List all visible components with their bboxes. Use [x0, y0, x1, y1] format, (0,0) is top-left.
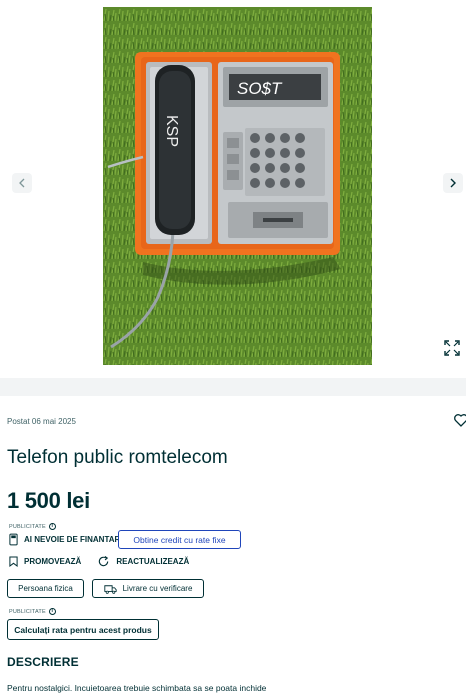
calculator-icon: [9, 533, 18, 545]
ad-label-2: PUBLICITATE i: [9, 608, 56, 615]
handset-graffiti: KSP: [163, 115, 180, 147]
bookmark-icon: [9, 556, 18, 567]
chevron-left-icon: [19, 178, 25, 188]
seller-type-badge[interactable]: Persoana fizica: [7, 579, 84, 598]
rate-calculator-button[interactable]: Calculați rata pentru acest produs: [7, 619, 159, 640]
fullscreen-button[interactable]: [443, 339, 461, 357]
promote-label: PROMOVEAZĂ: [24, 556, 82, 566]
ad-label: PUBLICITATE i: [9, 523, 56, 530]
delivery-button[interactable]: Livrare cu verificare: [92, 579, 204, 598]
payphone-photo: KSP SO$T: [103, 7, 372, 365]
info-icon[interactable]: i: [48, 523, 56, 530]
section-divider: [0, 378, 466, 396]
promo-row: PROMOVEAZĂ REACTUALIZEAZĂ: [9, 554, 205, 568]
financing-row: AI NEVOIE DE FINANTARE?: [9, 530, 131, 548]
truck-icon: [103, 584, 117, 594]
credit-button[interactable]: Obtine credit cu rate fixe: [118, 530, 241, 549]
heart-icon: [454, 414, 466, 427]
ad-label-2-text: PUBLICITATE: [9, 608, 46, 615]
display-graffiti: SO$T: [237, 79, 283, 98]
ad-label-text: PUBLICITATE: [9, 523, 46, 530]
posted-date: Postat 06 mai 2025: [7, 417, 76, 426]
refresh-label: REACTUALIZEAZĂ: [116, 556, 190, 566]
description-text: Pentru nostalgici. Incuietoarea trebuie …: [7, 683, 267, 693]
favorite-button[interactable]: [453, 412, 466, 428]
gallery-prev-button[interactable]: [12, 173, 32, 193]
delivery-label: Livrare cu verificare: [122, 584, 193, 593]
gallery-next-button[interactable]: [443, 173, 463, 193]
image-gallery: KSP SO$T: [0, 0, 466, 378]
refresh-icon: [99, 555, 109, 566]
expand-icon: [444, 340, 460, 356]
refresh-button[interactable]: REACTUALIZEAZĂ: [97, 555, 189, 568]
listing-price: 1 500 lei: [7, 488, 90, 513]
description-heading: DESCRIERE: [7, 655, 79, 669]
listing-photo[interactable]: KSP SO$T: [103, 7, 372, 365]
financing-label: AI NEVOIE DE FINANTARE?: [24, 534, 131, 544]
listing-title: Telefon public romtelecom: [7, 447, 228, 468]
info-icon-2[interactable]: i: [48, 608, 56, 615]
promote-button[interactable]: PROMOVEAZĂ: [9, 556, 81, 567]
chevron-right-icon: [450, 178, 456, 188]
